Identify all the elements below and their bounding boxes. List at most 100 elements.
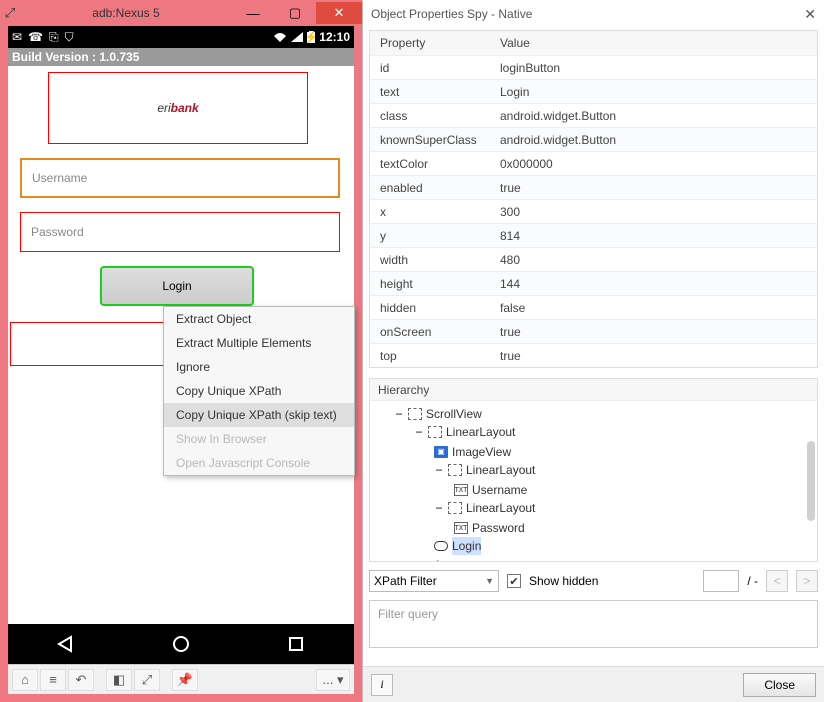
hierarchy-tree[interactable]: ScrollView LinearLayout ▣ImageView Linea… <box>370 401 817 561</box>
ctx-copy-xpath-skip-text[interactable]: Copy Unique XPath (skip text) <box>164 403 354 427</box>
tool-list-icon[interactable]: ≡ <box>40 669 66 691</box>
tree-node-login[interactable]: Login <box>434 537 481 555</box>
tree-node-imageview[interactable]: ▣ImageView <box>434 443 511 461</box>
signal-icon <box>291 32 303 42</box>
table-row[interactable]: enabledtrue <box>370 175 817 199</box>
table-row[interactable]: onScreentrue <box>370 319 817 343</box>
collapse-icon[interactable] <box>434 499 444 517</box>
tool-expand-icon[interactable]: ⤢ <box>134 669 160 691</box>
login-button-label: Login <box>162 279 191 293</box>
logo-suffix: bank <box>171 101 199 115</box>
login-button[interactable]: Login <box>100 266 254 306</box>
window-maximize-button[interactable]: ▢ <box>274 2 316 24</box>
username-field[interactable]: Username <box>20 158 340 198</box>
page-separator: / - <box>747 574 758 588</box>
tree-node-hint[interactable]: 🏷Hint:company <box>434 558 525 561</box>
svg-text:⚡: ⚡ <box>307 31 315 43</box>
image-icon: ▣ <box>434 446 448 458</box>
context-menu: Extract Object Extract Multiple Elements… <box>163 306 355 476</box>
close-button[interactable]: Close <box>743 673 816 697</box>
window-close-button[interactable]: ✕ <box>316 2 362 24</box>
close-button-label: Close <box>764 678 795 692</box>
tree-node-linearlayout[interactable]: LinearLayout <box>434 461 535 479</box>
adb-body: ✉ ☎ ⎘ ⛉ ⚡ 12:10 <box>8 26 354 694</box>
properties-table: Property Value idloginButton textLogin c… <box>369 30 818 368</box>
xpath-filter-row: XPath Filter ▼ ✔ Show hidden / - < > <box>369 568 818 594</box>
tree-node-linearlayout[interactable]: LinearLayout <box>414 423 515 441</box>
table-row[interactable]: knownSuperClassandroid.widget.Button <box>370 127 817 151</box>
scrollbar[interactable] <box>807 441 815 521</box>
table-row[interactable]: toptrue <box>370 343 817 367</box>
spy-footer: i Close <box>363 666 824 702</box>
tree-node-username[interactable]: TXTUsername <box>454 481 527 499</box>
camera-icon: ⎘ <box>49 30 59 45</box>
layout-icon <box>408 408 422 420</box>
tool-pin-icon[interactable]: 📌 <box>172 669 198 691</box>
table-row[interactable]: x300 <box>370 199 817 223</box>
page-number-input[interactable] <box>703 570 739 592</box>
tool-back-icon[interactable]: ↶ <box>68 669 94 691</box>
tree-node-linearlayout[interactable]: LinearLayout <box>434 499 535 517</box>
tool-home-icon[interactable]: ⌂ <box>12 669 38 691</box>
layout-icon <box>448 464 462 476</box>
password-field[interactable]: Password <box>20 212 340 252</box>
show-hidden-label: Show hidden <box>529 574 598 588</box>
layout-icon <box>448 502 462 514</box>
spy-header: Object Properties Spy - Native ✕ <box>363 0 824 28</box>
android-status-bar: ✉ ☎ ⎘ ⛉ ⚡ 12:10 <box>8 26 354 48</box>
ctx-extract-multiple[interactable]: Extract Multiple Elements <box>164 331 354 355</box>
ctx-show-in-browser: Show In Browser <box>164 427 354 451</box>
nav-home-icon[interactable] <box>171 634 191 654</box>
button-icon <box>434 541 448 551</box>
nav-back-icon[interactable] <box>56 634 76 654</box>
spy-close-icon[interactable]: ✕ <box>804 6 816 23</box>
col-value: Value <box>490 36 817 50</box>
build-version-bar: Build Version : 1.0.735 <box>8 48 354 66</box>
ctx-extract-object[interactable]: Extract Object <box>164 307 354 331</box>
filter-query-input[interactable]: Filter query <box>369 600 818 648</box>
adb-window-icon: ⤢ <box>0 5 20 21</box>
table-row[interactable]: width480 <box>370 247 817 271</box>
app-logo: eribank <box>48 72 308 144</box>
ctx-open-js-console: Open Javascript Console <box>164 451 354 475</box>
collapse-icon[interactable] <box>434 461 444 479</box>
hierarchy-panel: Hierarchy ScrollView LinearLayout ▣Image… <box>369 378 818 562</box>
adb-window-title: adb:Nexus 5 <box>20 6 232 20</box>
table-row[interactable]: classandroid.widget.Button <box>370 103 817 127</box>
tree-node-password[interactable]: TXTPassword <box>454 519 525 537</box>
adb-titlebar[interactable]: ⤢ adb:Nexus 5 — ▢ ✕ <box>0 0 362 26</box>
nav-recent-icon[interactable] <box>286 634 306 654</box>
adb-window: ⤢ adb:Nexus 5 — ▢ ✕ ✉ ☎ ⎘ ⛉ <box>0 0 362 702</box>
table-row[interactable]: hiddenfalse <box>370 295 817 319</box>
adb-bottom-toolbar: ⌂ ≡ ↶ ◧ ⤢ 📌 ... ▾ <box>8 664 354 694</box>
collapse-icon[interactable] <box>414 423 424 441</box>
properties-header-row: Property Value <box>370 31 817 55</box>
xpath-filter-label: XPath Filter <box>374 574 437 588</box>
object-properties-spy-panel: Object Properties Spy - Native ✕ Propert… <box>362 0 824 702</box>
android-nav-bar <box>8 624 354 664</box>
table-row[interactable]: textLogin <box>370 79 817 103</box>
info-button[interactable]: i <box>371 674 393 696</box>
device-screen: ✉ ☎ ⎘ ⛉ ⚡ 12:10 <box>8 26 354 664</box>
tree-node-scrollview[interactable]: ScrollView <box>394 405 482 423</box>
tool-capture-icon[interactable]: ◧ <box>106 669 132 691</box>
table-row[interactable]: y814 <box>370 223 817 247</box>
filter-query-placeholder: Filter query <box>378 607 438 621</box>
page-prev-button[interactable]: < <box>766 570 788 592</box>
collapse-icon[interactable] <box>394 405 404 423</box>
table-row[interactable]: idloginButton <box>370 55 817 79</box>
xpath-filter-combo[interactable]: XPath Filter ▼ <box>369 570 499 592</box>
battery-icon: ⚡ <box>307 31 315 43</box>
username-placeholder: Username <box>32 171 87 185</box>
window-minimize-button[interactable]: — <box>232 2 274 24</box>
show-hidden-checkbox[interactable]: ✔ <box>507 574 521 588</box>
table-row[interactable]: height144 <box>370 271 817 295</box>
page-next-button[interactable]: > <box>796 570 818 592</box>
bug-icon: ⛉ <box>65 30 74 45</box>
ctx-copy-xpath[interactable]: Copy Unique XPath <box>164 379 354 403</box>
password-placeholder: Password <box>31 225 84 239</box>
ctx-ignore[interactable]: Ignore <box>164 355 354 379</box>
tool-more-icon[interactable]: ... ▾ <box>316 669 350 691</box>
status-time: 12:10 <box>319 30 350 44</box>
table-row[interactable]: textColor0x000000 <box>370 151 817 175</box>
